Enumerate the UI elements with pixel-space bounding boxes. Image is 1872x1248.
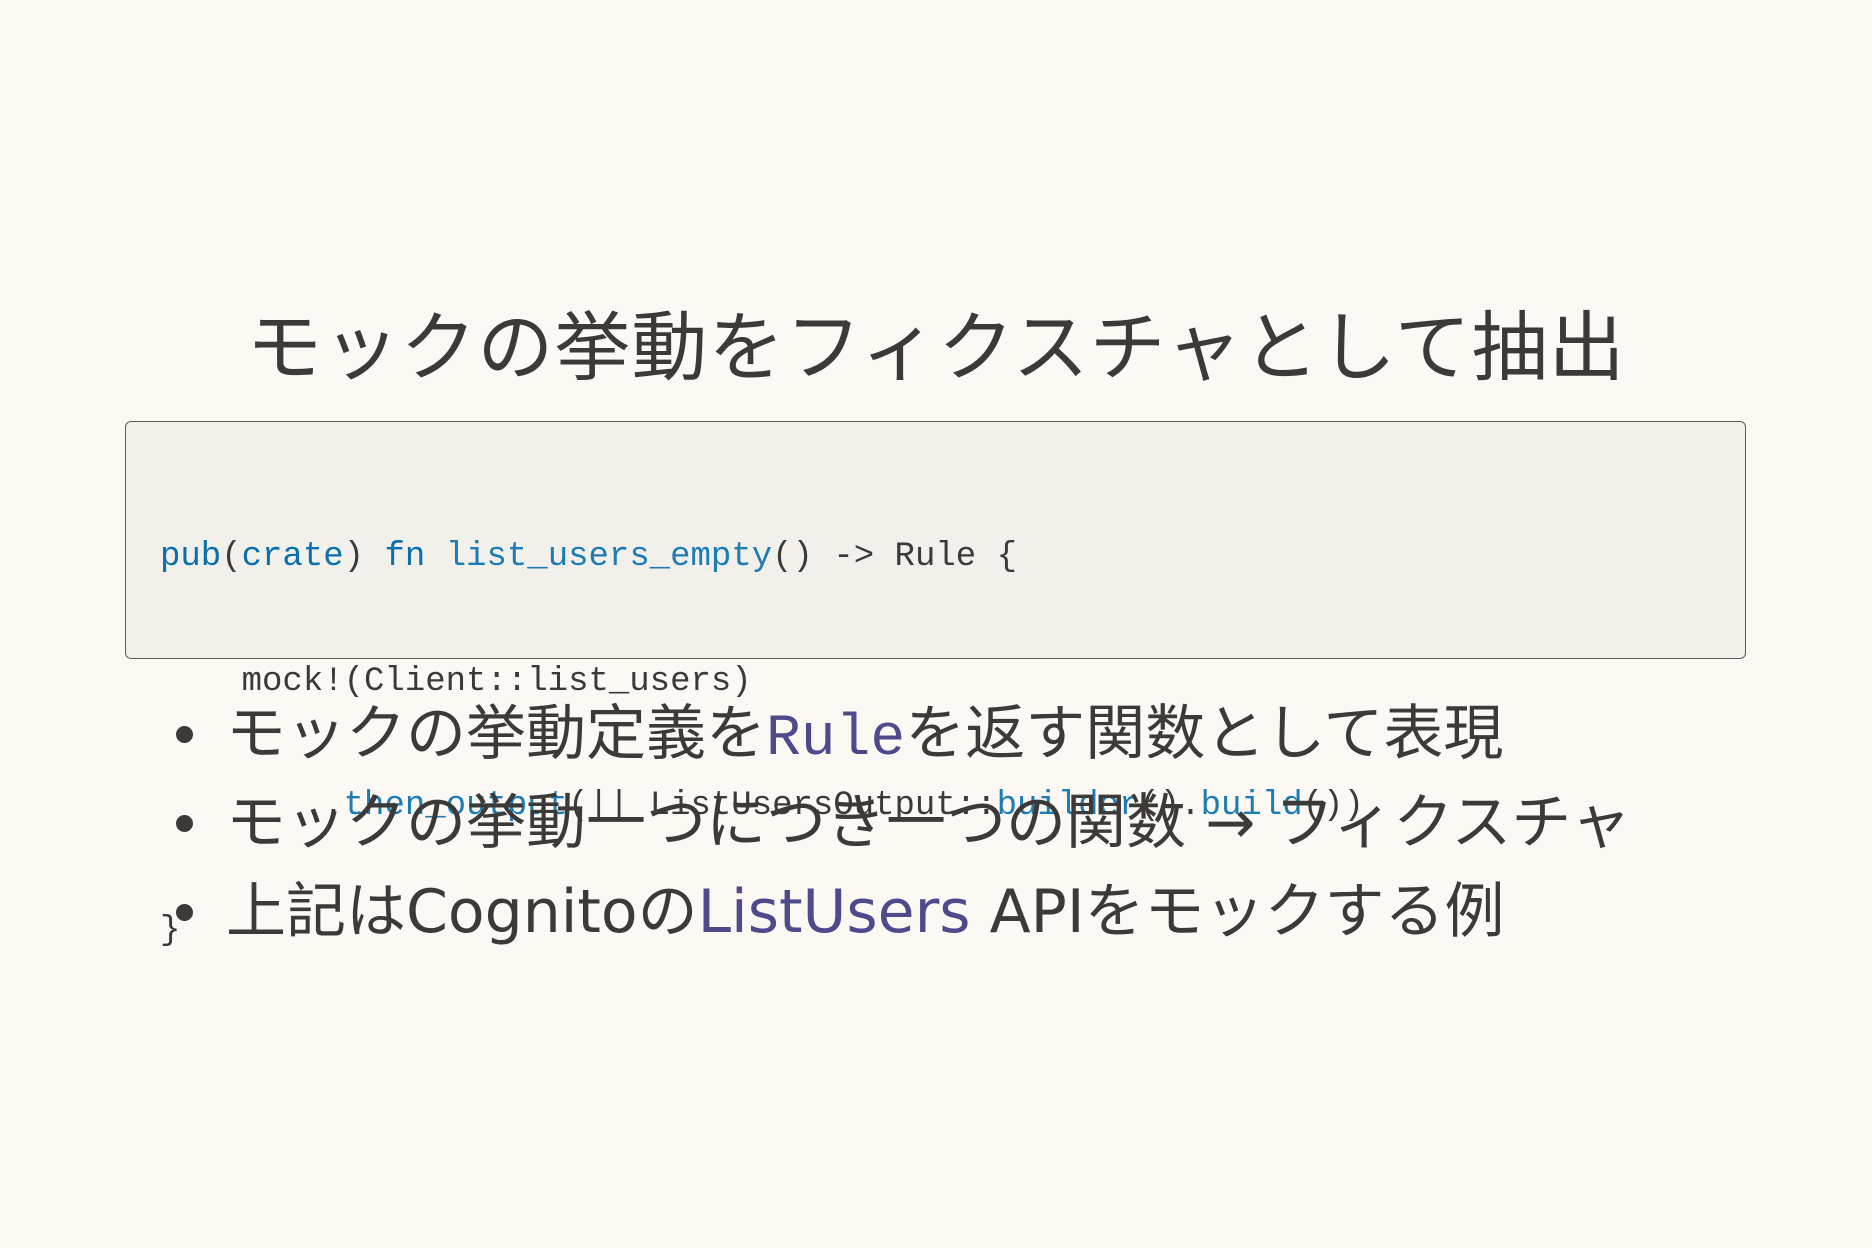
code-line-1: pub(crate) fn list_users_empty() -> Rule… bbox=[160, 537, 1364, 579]
listusers-link[interactable]: ListUsers bbox=[698, 877, 971, 947]
code-block: pub(crate) fn list_users_empty() -> Rule… bbox=[125, 421, 1746, 950]
code-keyword-fn: fn bbox=[384, 538, 426, 576]
code-punct: ( bbox=[221, 538, 242, 576]
bullet-item-2: モックの挙動一つにつき一つの関数 → フィクスチャ bbox=[174, 783, 1631, 872]
code-function-name: list_users_empty bbox=[445, 538, 773, 576]
inline-code-rule: Rule bbox=[766, 707, 906, 772]
slide-title: モックの挙動をフィクスチャとして抽出 bbox=[246, 303, 1626, 392]
code-signature-tail: () -> Rule { bbox=[772, 538, 1017, 576]
bullet-list: モックの挙動定義をRuleを返す関数として表現 モックの挙動一つにつき一つの関数… bbox=[174, 694, 1631, 961]
bullet-text: 上記はCognitoの bbox=[226, 877, 698, 947]
code-keyword-pub: pub bbox=[160, 538, 222, 576]
bullet-text: モックの挙動一つにつき一つの関数 → フィクスチャ bbox=[226, 788, 1631, 858]
bullet-item-3: 上記はCognitoのListUsers APIをモックする例 bbox=[174, 872, 1631, 961]
bullet-dot-icon bbox=[176, 815, 193, 832]
bullet-item-1: モックの挙動定義をRuleを返す関数として表現 bbox=[174, 694, 1631, 783]
code-punct: ) bbox=[343, 538, 385, 576]
bullet-dot-icon bbox=[176, 726, 193, 743]
slide: モックの挙動をフィクスチャとして抽出 pub(crate) fn list_us… bbox=[0, 0, 1872, 1248]
bullet-text: APIをモックする例 bbox=[970, 877, 1505, 947]
bullet-text: を返す関数として表現 bbox=[905, 699, 1504, 769]
bullet-dot-icon bbox=[176, 904, 193, 921]
code-keyword-crate: crate bbox=[241, 538, 344, 576]
bullet-text: モックの挙動定義を bbox=[226, 699, 766, 769]
